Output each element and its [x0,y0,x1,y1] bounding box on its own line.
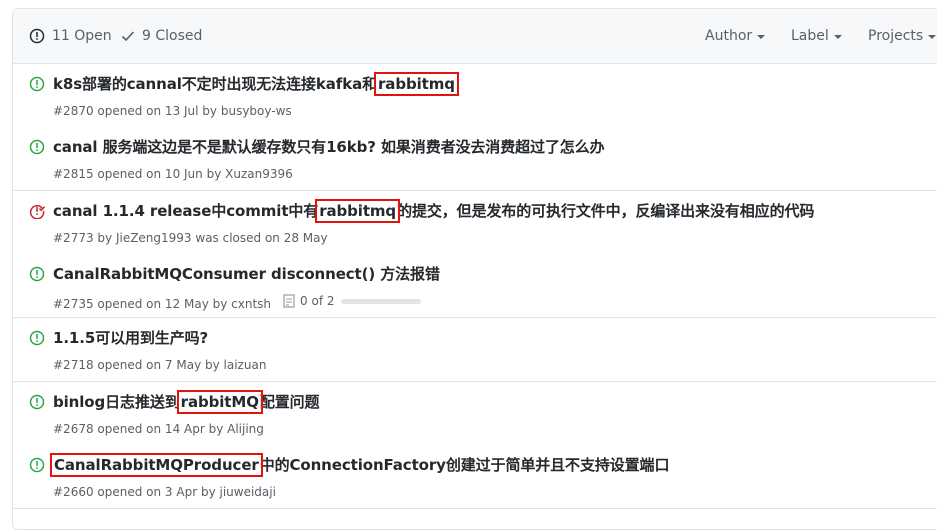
issue-title-link[interactable]: 1.1.5可以用到生产吗? [53,327,208,348]
label-filter-dropdown[interactable]: Label [791,28,842,44]
issue-meta-text: #2660 opened on 3 Apr by jiuweidaji [53,485,276,499]
issue-title-text: 中的ConnectionFactory创建过于简单并且不支持设置端口 [259,456,670,474]
issue-row[interactable]: k8s部署的cannal不定时出现无法连接kafka和rabbitmq #287… [13,64,937,128]
issue-title-link[interactable]: canal 服务端这边是不是默认缓存数只有16kb? 如果消费者没去消费超过了怎… [53,136,605,157]
issue-opened-icon [29,28,45,44]
task-progress: 0 of 2 [283,294,421,308]
issue-opened-icon [29,330,45,346]
closed-count-label: 9 Closed [142,28,203,44]
projects-filter-dropdown[interactable]: Projects [868,28,937,44]
open-count-label: 11 Open [52,28,112,44]
author-filter-dropdown[interactable]: Author [705,28,766,44]
issue-meta-text: #2815 opened on 10 Jun by Xuzan9396 [53,167,293,181]
issue-row[interactable]: canal 服务端这边是不是默认缓存数只有16kb? 如果消费者没去消费超过了怎… [13,127,937,191]
issue-title-text: k8s部署的cannal不定时出现无法连接kafka和 [53,75,377,93]
issue-meta-text: #2773 by JieZeng1993 was closed on 28 Ma… [53,231,328,245]
highlighted-keyword: rabbitmq [374,72,459,96]
highlighted-keyword: rabbitmq [315,199,401,223]
issue-meta: #2735 opened on 12 May by cxntsh 0 of 2 [53,294,421,311]
issue-title-text: 1.1.5可以用到生产吗? [53,329,209,347]
caret-down-icon [833,35,842,39]
caret-down-icon [928,35,937,39]
task-progress-text: 0 of 2 [300,294,335,308]
issue-meta-text: #2735 opened on 12 May by cxntsh [53,297,272,311]
highlighted-keyword: rabbitMQ [176,390,263,414]
issue-opened-icon [29,76,45,92]
caret-down-icon [757,35,766,39]
issue-title-text: binlog日志推送到 [53,393,180,411]
task-progress-bar [340,298,421,304]
issue-title-link[interactable]: binlog日志推送到rabbitMQ配置问题 [53,390,320,414]
issue-title-text: CanalRabbitMQConsumer disconnect() 方法报错 [53,265,440,283]
issue-meta: #2870 opened on 13 Jul by busyboy-ws [53,104,292,118]
issue-row[interactable]: 1.1.5可以用到生产吗? #2718 opened on 7 May by l… [13,318,937,382]
issue-meta: #2678 opened on 14 Apr by Alijing [53,422,264,436]
issue-meta: #2815 opened on 10 Jun by Xuzan9396 [53,167,293,181]
issue-meta: #2718 opened on 7 May by laizuan [53,358,266,372]
label-filter-label: Label [791,28,829,44]
issue-meta-text: #2870 opened on 13 Jul by busyboy-ws [53,104,292,118]
author-filter-label: Author [705,28,753,44]
issues-list-header: 11 Open 9 Closed Author Label Projects [13,9,937,64]
issue-meta: #2773 by JieZeng1993 was closed on 28 Ma… [53,231,328,245]
highlighted-keyword: CanalRabbitMQProducer [50,453,263,477]
issue-meta-text: #2718 opened on 7 May by laizuan [53,358,267,372]
issue-closed-icon [29,205,45,219]
issue-title-text: canal 1.1.4 release中commit中有 [53,202,319,220]
issue-title-link[interactable]: k8s部署的cannal不定时出现无法连接kafka和rabbitmq [53,72,459,96]
issue-title-text: canal 服务端这边是不是默认缓存数只有16kb? 如果消费者没去消费超过了怎… [53,138,605,156]
issue-title-text: 配置问题 [259,393,320,411]
check-icon [121,31,135,42]
issue-row[interactable]: CanalRabbitMQProducer中的ConnectionFactory… [13,445,937,509]
issue-opened-icon [29,457,45,473]
issue-meta-text: #2678 opened on 14 Apr by Alijing [53,422,264,436]
issue-opened-icon [29,266,45,282]
issue-title-link[interactable]: CanalRabbitMQConsumer disconnect() 方法报错 [53,263,440,284]
issue-row[interactable]: CanalRabbitMQConsumer disconnect() 方法报错 … [13,254,937,318]
projects-filter-label: Projects [868,28,924,44]
issue-opened-icon [29,139,45,155]
closed-issues-tab[interactable]: 9 Closed [121,28,202,44]
issues-list-box: 11 Open 9 Closed Author Label Projects k… [12,8,937,530]
issue-meta: #2660 opened on 3 Apr by jiuweidaji [53,485,276,499]
checklist-icon [283,294,295,308]
open-issues-tab[interactable]: 11 Open [29,28,112,44]
issue-row[interactable]: binlog日志推送到rabbitMQ配置问题 #2678 opened on … [13,382,937,446]
issue-title-link[interactable]: canal 1.1.4 release中commit中有rabbitmq的提交，… [53,199,815,223]
issue-title-text: 的提交，但是发布的可执行文件中，反编译出来没有相应的代码 [397,202,815,220]
issue-opened-icon [29,394,45,410]
issue-row[interactable]: canal 1.1.4 release中commit中有rabbitmq的提交，… [13,191,937,255]
issue-title-link[interactable]: CanalRabbitMQProducer中的ConnectionFactory… [50,453,670,477]
